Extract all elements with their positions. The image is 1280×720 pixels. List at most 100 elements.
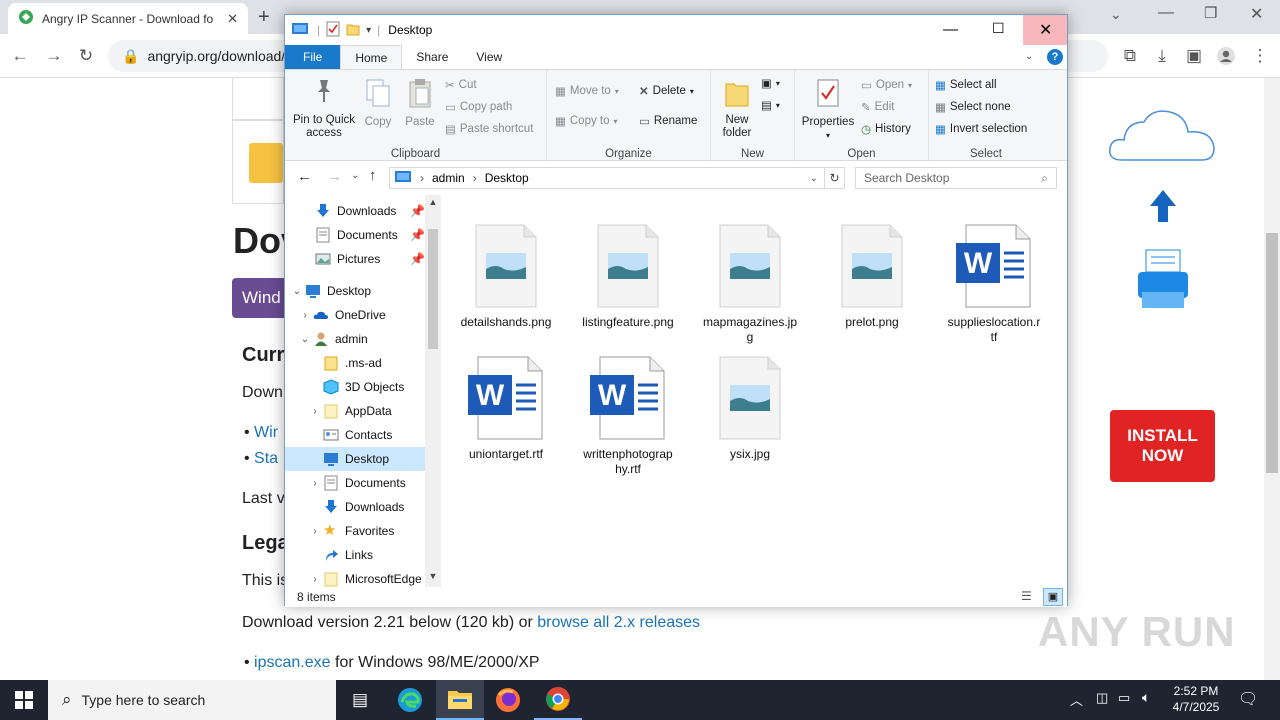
ipscan-link[interactable]: ipscan.exe — [254, 654, 331, 671]
nav-item-downloads-quick[interactable]: Downloads 📌 — [285, 199, 425, 223]
up-arrow-icon[interactable]: ↑ — [369, 167, 377, 184]
expand-chevron-icon[interactable]: › — [307, 406, 323, 417]
new-folder-qat-icon[interactable] — [346, 22, 360, 39]
chrome-icon[interactable] — [534, 680, 582, 720]
tab-share[interactable]: Share — [402, 45, 462, 69]
nav-item-contacts[interactable]: Contacts — [285, 423, 425, 447]
volume-icon[interactable]: 🔈︎ — [1142, 689, 1150, 706]
select-all-button[interactable]: ▦ Select all — [935, 78, 997, 92]
file-item[interactable]: mapmagazines.jpg — [695, 223, 805, 345]
copy-to-button[interactable]: ▦ Copy to ▾ — [555, 114, 618, 128]
properties-qat-icon[interactable] — [326, 21, 340, 40]
move-to-button[interactable]: ▦ Move to ▾ — [555, 84, 619, 98]
extensions-icon[interactable]: ⧉ — [1114, 40, 1146, 72]
select-none-button[interactable]: ▦ Select none — [935, 100, 1011, 114]
expand-chevron-icon[interactable]: › — [307, 574, 323, 585]
expand-chevron-icon[interactable]: › — [307, 478, 323, 489]
nav-item-microsoftedge[interactable]: › MicrosoftEdge — [285, 567, 425, 587]
breadcrumb-desktop[interactable]: Desktop — [485, 171, 529, 185]
back-icon[interactable]: ← — [4, 40, 36, 72]
large-icons-view-icon[interactable]: ▣ — [1043, 588, 1063, 606]
nav-item-favorites[interactable]: › ★ Favorites — [285, 519, 425, 543]
paste-shortcut-button[interactable]: ▤ Paste shortcut — [445, 122, 533, 136]
file-explorer-taskbar-icon[interactable] — [436, 680, 484, 720]
scroll-down-icon[interactable]: ▼ — [425, 571, 441, 581]
invert-selection-button[interactable]: ▦ Invert selection — [935, 122, 1027, 136]
edit-button[interactable]: ✎ Edit — [861, 100, 894, 114]
pin-quick-access-button[interactable]: Pin to Quick access — [289, 78, 359, 140]
properties-button[interactable]: Properties ▾ — [799, 78, 857, 142]
close-browser-button[interactable]: ✕ — [1250, 4, 1263, 24]
file-item[interactable]: Wuniontarget.rtf — [451, 355, 561, 462]
menu-kebab-icon[interactable]: ⋮ — [1244, 40, 1276, 72]
notifications-icon[interactable]: 🗨︎ — [1238, 689, 1258, 709]
file-item[interactable]: listingfeature.png — [573, 223, 683, 330]
browse-releases-link[interactable]: browse all 2.x releases — [537, 614, 700, 631]
expand-chevron-icon[interactable]: › — [307, 526, 323, 537]
collapse-chevron-icon[interactable]: ⌄ — [289, 286, 305, 297]
explorer-close-button[interactable]: ✕ — [1039, 20, 1052, 40]
tab-search-icon[interactable]: ⌄ — [1110, 6, 1122, 23]
nav-item-documents-quick[interactable]: Documents 📌 — [285, 223, 425, 247]
explorer-maximize-button[interactable]: ☐ — [992, 20, 1005, 37]
windows-link[interactable]: Wir — [254, 424, 278, 441]
recent-locations-icon[interactable]: ⌄ — [351, 170, 359, 181]
reload-icon[interactable]: ↻ — [70, 40, 102, 72]
nav-item-links[interactable]: Links — [285, 543, 425, 567]
address-dropdown-icon[interactable]: ⌄ — [810, 173, 818, 184]
nav-item-desktop-selected[interactable]: Desktop — [285, 447, 425, 471]
collapse-chevron-icon[interactable]: ⌄ — [297, 334, 313, 345]
tray-overflow-icon[interactable]: ︿ — [1070, 690, 1083, 709]
file-item[interactable]: ysix.jpg — [695, 355, 805, 462]
nav-item-documents[interactable]: › Documents — [285, 471, 425, 495]
new-item-button[interactable]: ▣ ▾ — [761, 76, 780, 90]
forward-arrow-icon[interactable]: → — [327, 168, 342, 185]
windows-download-button[interactable]: Wind — [232, 278, 284, 318]
copy-path-button[interactable]: ▭ Copy path — [445, 100, 512, 114]
refresh-icon[interactable]: ↻ — [825, 167, 845, 189]
history-button[interactable]: ◷ History — [861, 122, 911, 136]
nav-item-desktop-root[interactable]: ⌄ Desktop — [285, 279, 425, 303]
file-item[interactable]: detailshands.png — [451, 223, 561, 330]
details-view-icon[interactable]: ☰ — [1021, 589, 1032, 603]
nav-item-downloads[interactable]: Downloads — [285, 495, 425, 519]
help-icon[interactable]: ? — [1047, 49, 1063, 65]
firefox-icon[interactable] — [484, 680, 532, 720]
new-tab-button[interactable]: + — [258, 6, 270, 29]
install-now-button[interactable]: INSTALL NOW — [1110, 410, 1215, 482]
browser-tab[interactable]: Angry IP Scanner - Download fo ✕ — [8, 3, 248, 34]
nav-scrollbar-thumb[interactable] — [428, 229, 438, 349]
tab-close-icon[interactable]: ✕ — [227, 11, 238, 27]
downloads-icon[interactable]: ⤓ — [1146, 40, 1178, 72]
explorer-minimize-button[interactable]: — — [943, 21, 958, 38]
open-button[interactable]: ▭ Open ▾ — [861, 78, 912, 92]
nav-scrollbar[interactable]: ▲ ▼ — [425, 195, 441, 587]
page-scrollbar[interactable] — [1264, 78, 1280, 680]
minimize-browser-button[interactable]: — — [1158, 4, 1174, 22]
address-box[interactable]: › admin › Desktop ⌄ — [389, 167, 825, 189]
forward-icon[interactable]: → — [38, 40, 70, 72]
qat-dropdown-icon[interactable]: ▾ — [366, 25, 371, 36]
nav-item-appdata[interactable]: › AppData — [285, 399, 425, 423]
tab-home[interactable]: Home — [340, 45, 403, 69]
nav-item-admin[interactable]: ⌄ admin — [285, 327, 425, 351]
delete-button[interactable]: ✕ Delete ▾ — [639, 84, 694, 98]
new-folder-button[interactable]: New folder — [715, 78, 759, 140]
restore-browser-button[interactable]: ❐ — [1204, 4, 1217, 22]
edge-icon[interactable] — [386, 680, 434, 720]
tray-app-icon[interactable]: ◫ — [1096, 690, 1108, 706]
network-icon[interactable]: ▭ — [1118, 690, 1130, 706]
nav-item-ms-ad[interactable]: .ms-ad — [285, 351, 425, 375]
file-item[interactable]: prelot.png — [817, 223, 927, 330]
start-button[interactable] — [0, 680, 48, 720]
ribbon-collapse-icon[interactable]: ⌄ — [1025, 51, 1033, 62]
nav-item-onedrive[interactable]: › OneDrive — [285, 303, 425, 327]
tab-file[interactable]: File — [285, 45, 341, 69]
page-scrollbar-thumb[interactable] — [1266, 233, 1278, 473]
file-item[interactable]: Wsupplieslocation.rtf — [939, 223, 1049, 345]
scroll-up-icon[interactable]: ▲ — [425, 197, 441, 207]
taskbar-search[interactable]: ⌕ Type here to search — [48, 680, 336, 720]
paste-button[interactable]: Paste — [401, 78, 439, 129]
file-item[interactable]: Wwrittenphotography.rtf — [573, 355, 683, 477]
standalone-link[interactable]: Sta — [254, 450, 278, 467]
